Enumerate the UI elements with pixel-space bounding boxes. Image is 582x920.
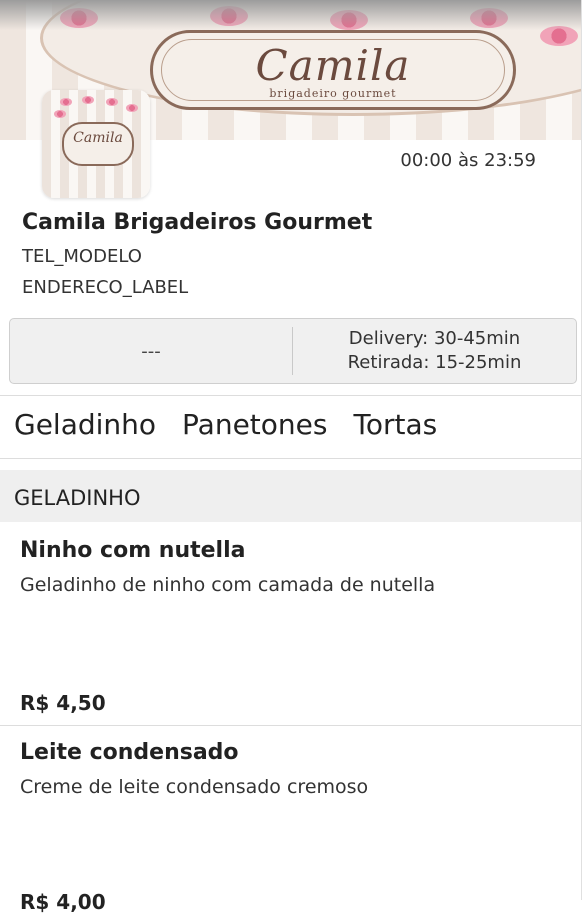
divider xyxy=(0,395,582,396)
product-description: Creme de leite condensado cremoso xyxy=(20,776,369,798)
tab-geladinho[interactable]: Geladinho xyxy=(14,408,156,441)
divider xyxy=(0,725,582,726)
delivery-time: Delivery: 30-45min xyxy=(348,328,521,349)
logo-emblem: Camila xyxy=(62,122,134,166)
delivery-times: Delivery: 30-45min Retirada: 15-25min xyxy=(293,319,576,383)
product-item[interactable]: Ninho com nutella Geladinho de ninho com… xyxy=(0,538,582,724)
store-phone: TEL_MODELO xyxy=(22,246,142,267)
section-title: GELADINHO xyxy=(14,486,141,510)
store-name: Camila Brigadeiros Gourmet xyxy=(22,210,373,235)
product-price: R$ 4,50 xyxy=(20,691,106,715)
product-item[interactable]: Leite condensado Creme de leite condensa… xyxy=(0,740,582,920)
delivery-info-box: --- Delivery: 30-45min Retirada: 15-25mi… xyxy=(9,318,577,384)
product-name: Leite condensado xyxy=(20,740,239,765)
product-description: Geladinho de ninho com camada de nutella xyxy=(20,574,436,596)
banner-subtitle: brigadeiro gourmet xyxy=(269,87,397,100)
section-header: GELADINHO xyxy=(0,470,582,522)
info-left-value: --- xyxy=(141,340,161,362)
product-name: Ninho com nutella xyxy=(20,538,246,563)
opening-hours: 00:00 às 23:59 xyxy=(400,150,536,171)
store-address: ENDERECO_LABEL xyxy=(22,277,189,298)
product-price: R$ 4,00 xyxy=(20,890,106,914)
store-logo: Camila xyxy=(42,90,150,198)
tab-tortas[interactable]: Tortas xyxy=(353,408,437,441)
banner-script-text: Camila xyxy=(255,41,411,90)
tab-panetones[interactable]: Panetones xyxy=(182,408,327,441)
logo-text: Camila xyxy=(73,130,123,146)
pickup-time: Retirada: 15-25min xyxy=(347,352,522,373)
divider xyxy=(0,458,582,459)
banner-emblem: Camila brigadeiro gourmet xyxy=(150,30,516,110)
category-tabs: Geladinho Panetones Tortas xyxy=(14,408,437,441)
